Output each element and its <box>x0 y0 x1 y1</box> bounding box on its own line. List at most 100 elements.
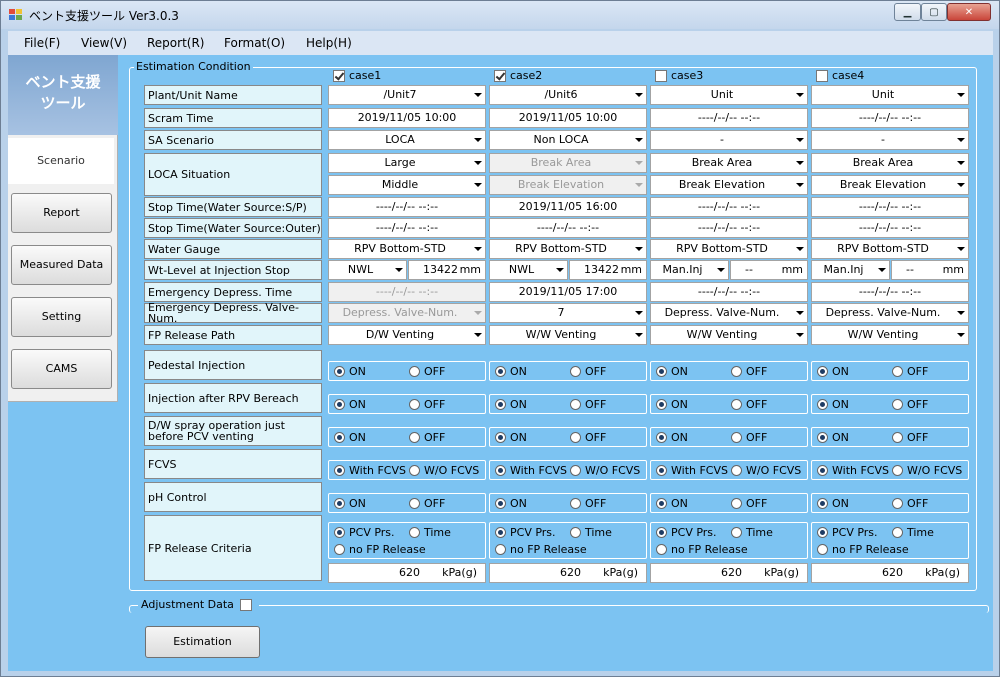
time-radio-4[interactable]: Time <box>892 526 934 539</box>
stop_outer-field-4[interactable]: ----/--/-- --:-- <box>811 218 969 238</box>
fcvs-with_fcvs-radio-4[interactable]: With FCVS <box>817 464 889 477</box>
loca1-dropdown-3[interactable]: Break Area <box>650 153 808 173</box>
gauge-dropdown-1[interactable]: RPV Bottom-STD <box>328 239 486 259</box>
time-radio-1[interactable]: Time <box>409 526 451 539</box>
wt-type-dropdown-1[interactable]: NWL <box>328 260 407 280</box>
pedestal-on-radio-1[interactable]: ON <box>334 365 366 378</box>
gauge-dropdown-2[interactable]: RPV Bottom-STD <box>489 239 647 259</box>
emtime-field-2[interactable]: 2019/11/05 17:00 <box>489 282 647 302</box>
plant-dropdown-1[interactable]: /Unit7 <box>328 85 486 105</box>
case1-checkbox[interactable] <box>333 69 345 82</box>
wt-type-dropdown-2[interactable]: NWL <box>489 260 568 280</box>
estimation-button[interactable]: Estimation <box>145 626 260 658</box>
rpv-off-radio-1[interactable]: OFF <box>409 398 445 411</box>
wt-value-field-2[interactable]: 13422 mm <box>569 260 647 280</box>
ph-on-radio-4[interactable]: ON <box>817 497 849 510</box>
fcvs-wo_fcvs-radio-1[interactable]: W/O FCVS <box>409 464 479 477</box>
pedestal-off-radio-1[interactable]: OFF <box>409 365 445 378</box>
stop_sp-field-2[interactable]: 2019/11/05 16:00 <box>489 197 647 217</box>
gauge-dropdown-3[interactable]: RPV Bottom-STD <box>650 239 808 259</box>
case3-checkbox[interactable] <box>655 69 667 82</box>
gauge-dropdown-4[interactable]: RPV Bottom-STD <box>811 239 969 259</box>
wt-value-field-3[interactable]: -- mm <box>730 260 808 280</box>
ph-off-radio-2[interactable]: OFF <box>570 497 606 510</box>
ph-on-radio-3[interactable]: ON <box>656 497 688 510</box>
pedestal-off-radio-2[interactable]: OFF <box>570 365 606 378</box>
sa-dropdown-1[interactable]: LOCA <box>328 130 486 150</box>
sidebar-item-scenario[interactable]: Scenario <box>8 138 114 184</box>
fcvs-with_fcvs-radio-3[interactable]: With FCVS <box>656 464 728 477</box>
wt-value-field-4[interactable]: -- mm <box>891 260 969 280</box>
rpv-on-radio-3[interactable]: ON <box>656 398 688 411</box>
pressure-field-2[interactable]: 620 kPa(g) <box>489 563 647 583</box>
rpv-on-radio-2[interactable]: ON <box>495 398 527 411</box>
no-fp-release-radio-1[interactable]: no FP Release <box>334 543 426 556</box>
dw-on-radio-1[interactable]: ON <box>334 431 366 444</box>
plant-dropdown-2[interactable]: /Unit6 <box>489 85 647 105</box>
dw-on-radio-4[interactable]: ON <box>817 431 849 444</box>
sa-dropdown-2[interactable]: Non LOCA <box>489 130 647 150</box>
emtime-field-3[interactable]: ----/--/-- --:-- <box>650 282 808 302</box>
fppath-dropdown-1[interactable]: D/W Venting <box>328 325 486 345</box>
time-radio-3[interactable]: Time <box>731 526 773 539</box>
minimize-button[interactable]: ▁ <box>894 3 921 21</box>
adjustment-data-checkbox[interactable] <box>239 598 252 611</box>
menu-report[interactable]: Report(R) <box>147 36 204 50</box>
dw-on-radio-2[interactable]: ON <box>495 431 527 444</box>
no-fp-release-radio-4[interactable]: no FP Release <box>817 543 909 556</box>
rpv-off-radio-3[interactable]: OFF <box>731 398 767 411</box>
ph-on-radio-1[interactable]: ON <box>334 497 366 510</box>
emvalve-dropdown-2[interactable]: 7 <box>489 303 647 323</box>
stop_outer-field-2[interactable]: ----/--/-- --:-- <box>489 218 647 238</box>
ph-off-radio-4[interactable]: OFF <box>892 497 928 510</box>
plant-dropdown-4[interactable]: Unit <box>811 85 969 105</box>
no-fp-release-radio-2[interactable]: no FP Release <box>495 543 587 556</box>
fppath-dropdown-2[interactable]: W/W Venting <box>489 325 647 345</box>
maximize-button[interactable]: ▢ <box>921 3 947 21</box>
pedestal-on-radio-3[interactable]: ON <box>656 365 688 378</box>
ph-off-radio-3[interactable]: OFF <box>731 497 767 510</box>
menu-file[interactable]: File(F) <box>24 36 60 50</box>
ph-off-radio-1[interactable]: OFF <box>409 497 445 510</box>
case4-checkbox[interactable] <box>816 69 828 82</box>
fcvs-wo_fcvs-radio-4[interactable]: W/O FCVS <box>892 464 962 477</box>
pressure-field-1[interactable]: 620 kPa(g) <box>328 563 486 583</box>
pressure-field-3[interactable]: 620 kPa(g) <box>650 563 808 583</box>
loca2-dropdown-3[interactable]: Break Elevation <box>650 175 808 195</box>
measured-data-button[interactable]: Measured Data <box>11 245 112 285</box>
dw-on-radio-3[interactable]: ON <box>656 431 688 444</box>
menu-view[interactable]: View(V) <box>81 36 127 50</box>
report-button[interactable]: Report <box>11 193 112 233</box>
stop_outer-field-1[interactable]: ----/--/-- --:-- <box>328 218 486 238</box>
wt-type-dropdown-3[interactable]: Man.Inj <box>650 260 729 280</box>
fcvs-with_fcvs-radio-2[interactable]: With FCVS <box>495 464 567 477</box>
dw-off-radio-3[interactable]: OFF <box>731 431 767 444</box>
stop_sp-field-1[interactable]: ----/--/-- --:-- <box>328 197 486 217</box>
menu-format[interactable]: Format(O) <box>224 36 285 50</box>
fppath-dropdown-3[interactable]: W/W Venting <box>650 325 808 345</box>
fcvs-with_fcvs-radio-1[interactable]: With FCVS <box>334 464 406 477</box>
stop_sp-field-3[interactable]: ----/--/-- --:-- <box>650 197 808 217</box>
fcvs-wo_fcvs-radio-2[interactable]: W/O FCVS <box>570 464 640 477</box>
wt-type-dropdown-4[interactable]: Man.Inj <box>811 260 890 280</box>
time-radio-2[interactable]: Time <box>570 526 612 539</box>
sa-dropdown-4[interactable]: - <box>811 130 969 150</box>
emvalve-dropdown-3[interactable]: Depress. Valve-Num. <box>650 303 808 323</box>
cams-button[interactable]: CAMS <box>11 349 112 389</box>
rpv-off-radio-2[interactable]: OFF <box>570 398 606 411</box>
case2-checkbox[interactable] <box>494 69 506 82</box>
rpv-on-radio-4[interactable]: ON <box>817 398 849 411</box>
scram-field-1[interactable]: 2019/11/05 10:00 <box>328 108 486 128</box>
loca1-dropdown-4[interactable]: Break Area <box>811 153 969 173</box>
loca2-dropdown-1[interactable]: Middle <box>328 175 486 195</box>
emtime-field-4[interactable]: ----/--/-- --:-- <box>811 282 969 302</box>
plant-dropdown-3[interactable]: Unit <box>650 85 808 105</box>
emvalve-dropdown-4[interactable]: Depress. Valve-Num. <box>811 303 969 323</box>
pcv-prs-radio-2[interactable]: PCV Prs. <box>495 526 556 539</box>
pressure-field-4[interactable]: 620 kPa(g) <box>811 563 969 583</box>
no-fp-release-radio-3[interactable]: no FP Release <box>656 543 748 556</box>
rpv-off-radio-4[interactable]: OFF <box>892 398 928 411</box>
dw-off-radio-1[interactable]: OFF <box>409 431 445 444</box>
loca1-dropdown-1[interactable]: Large <box>328 153 486 173</box>
menu-help[interactable]: Help(H) <box>306 36 352 50</box>
